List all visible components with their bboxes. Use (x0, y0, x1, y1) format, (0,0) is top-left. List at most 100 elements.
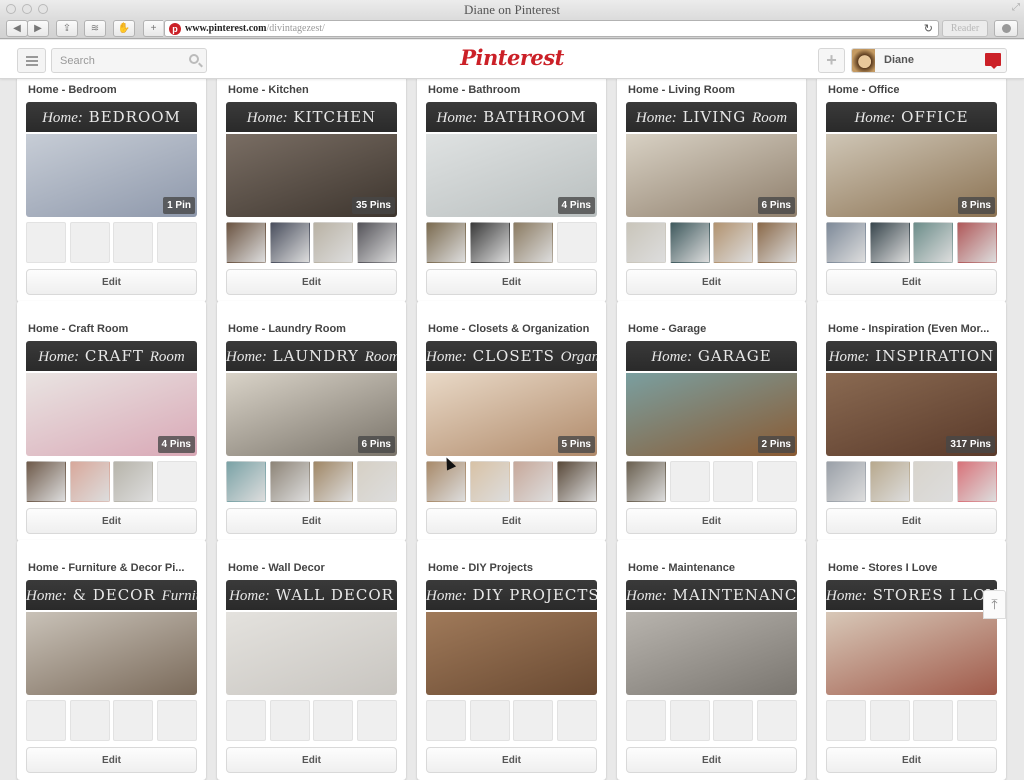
pin-thumbnail[interactable] (69, 461, 110, 502)
edit-board-button[interactable]: Edit (226, 747, 397, 773)
board-title[interactable]: Home - Inspiration (Even Mor... (828, 323, 998, 335)
edit-board-button[interactable]: Edit (626, 508, 797, 534)
pin-thumbnail[interactable] (469, 222, 510, 263)
board-cover[interactable]: Home: BATHROOM 4 Pins (426, 102, 597, 217)
board-card[interactable]: Home - Stores I Love Home: STORES I LOVE… (817, 540, 1006, 780)
board-card[interactable]: Home - Craft Room Home: CRAFT Room 4 Pin… (17, 301, 206, 541)
board-cover[interactable]: Home: DIY PROJECTS (426, 580, 597, 695)
pin-thumbnail[interactable] (226, 461, 266, 502)
board-card[interactable]: Home - Laundry Room Home: LAUNDRY Room 6… (217, 301, 406, 541)
board-card[interactable]: Home - Living Room Home: LIVING Room 6 P… (617, 62, 806, 302)
edit-board-button[interactable]: Edit (626, 269, 797, 295)
pin-thumbnail[interactable] (669, 222, 710, 263)
add-pin-button[interactable]: + (818, 48, 845, 73)
board-cover[interactable]: Home: LAUNDRY Room 6 Pins (226, 341, 397, 456)
board-title[interactable]: Home - Kitchen (228, 84, 398, 96)
edit-board-button[interactable]: Edit (226, 269, 397, 295)
board-cover[interactable]: Home: OFFICE 8 Pins (826, 102, 997, 217)
board-title[interactable]: Home - Craft Room (28, 323, 198, 335)
edit-board-button[interactable]: Edit (26, 747, 197, 773)
pin-thumbnail[interactable] (357, 222, 398, 263)
layers-button[interactable]: ≋ (84, 20, 106, 37)
search-input[interactable] (52, 49, 182, 72)
pin-thumbnail[interactable] (913, 222, 954, 263)
edit-board-button[interactable]: Edit (426, 269, 597, 295)
pin-thumbnail[interactable] (957, 222, 998, 263)
board-title[interactable]: Home - Office (828, 84, 998, 96)
board-cover[interactable]: Home: MAINTENANCE (626, 580, 797, 695)
pin-thumbnail[interactable] (269, 461, 310, 502)
board-cover[interactable]: Home: WALL DECOR (226, 580, 397, 695)
pinterest-logo[interactable]: Pinterest (460, 45, 564, 70)
pin-thumbnail[interactable] (913, 461, 954, 502)
board-cover[interactable]: Home: INSPIRATION 317 Pins (826, 341, 997, 456)
board-title[interactable]: Home - Furniture & Decor Pi... (28, 562, 198, 574)
pin-thumbnail[interactable] (957, 461, 998, 502)
edit-board-button[interactable]: Edit (826, 508, 997, 534)
board-cover[interactable]: Home: & DECOR Furniture (26, 580, 197, 695)
board-card[interactable]: Home - Closets & Organization Home: CLOS… (417, 301, 606, 541)
pin-thumbnail[interactable] (26, 461, 66, 502)
user-menu-button[interactable]: Diane (851, 48, 1007, 73)
board-card[interactable]: Home - Maintenance Home: MAINTENANCE Edi… (617, 540, 806, 780)
notifications-icon[interactable] (985, 53, 1001, 69)
edit-board-button[interactable]: Edit (26, 508, 197, 534)
address-bar[interactable]: p www.pinterest.com/divintagezest/ ↻ (164, 20, 939, 37)
board-cover[interactable]: Home: BEDROOM 1 Pin (26, 102, 197, 217)
board-title[interactable]: Home - Bathroom (428, 84, 598, 96)
forward-button[interactable]: ▶ (27, 20, 49, 37)
board-title[interactable]: Home - Laundry Room (228, 323, 398, 335)
board-cover[interactable]: Home: GARAGE 2 Pins (626, 341, 797, 456)
pin-thumbnail[interactable] (713, 222, 754, 263)
edit-board-button[interactable]: Edit (26, 269, 197, 295)
edit-board-button[interactable]: Edit (426, 747, 597, 773)
board-card[interactable]: Home - Bedroom Home: BEDROOM 1 Pin Edit (17, 62, 206, 302)
board-card[interactable]: Home - DIY Projects Home: DIY PROJECTS E… (417, 540, 606, 780)
board-title[interactable]: Home - Garage (628, 323, 798, 335)
pin-thumbnail[interactable] (557, 461, 598, 502)
board-cover[interactable]: Home: CLOSETS Organization & 5 Pins (426, 341, 597, 456)
board-card[interactable]: Home - Garage Home: GARAGE 2 Pins Edit (617, 301, 806, 541)
board-title[interactable]: Home - Closets & Organization (428, 323, 598, 335)
board-title[interactable]: Home - Living Room (628, 84, 798, 96)
board-title[interactable]: Home - Bedroom (28, 84, 198, 96)
pin-thumbnail[interactable] (226, 222, 266, 263)
board-card[interactable]: Home - Bathroom Home: BATHROOM 4 Pins Ed… (417, 62, 606, 302)
board-cover[interactable]: Home: STORES I LOVE (826, 580, 997, 695)
reload-icon[interactable]: ↻ (924, 22, 933, 35)
fullscreen-icon[interactable]: ⤢ (1012, 2, 1020, 13)
edit-board-button[interactable]: Edit (226, 508, 397, 534)
pin-thumbnail[interactable] (826, 222, 866, 263)
plugin-button[interactable]: ✋ (113, 20, 135, 37)
pin-thumbnail[interactable] (626, 222, 666, 263)
pin-thumbnail[interactable] (313, 222, 354, 263)
board-title[interactable]: Home - Stores I Love (828, 562, 998, 574)
board-card[interactable]: Home - Inspiration (Even Mor... Home: IN… (817, 301, 1006, 541)
board-cover[interactable]: Home: CRAFT Room 4 Pins (26, 341, 197, 456)
pin-thumbnail[interactable] (313, 461, 354, 502)
pin-thumbnail[interactable] (626, 461, 666, 502)
pin-thumbnail[interactable] (826, 461, 866, 502)
board-title[interactable]: Home - Wall Decor (228, 562, 398, 574)
pin-thumbnail[interactable] (513, 461, 554, 502)
pin-thumbnail[interactable] (426, 222, 466, 263)
pin-thumbnail[interactable] (757, 222, 798, 263)
board-title[interactable]: Home - Maintenance (628, 562, 798, 574)
board-card[interactable]: Home - Wall Decor Home: WALL DECOR Edit (217, 540, 406, 780)
edit-board-button[interactable]: Edit (426, 508, 597, 534)
scroll-to-top-button[interactable]: ⤒ (983, 590, 1006, 619)
new-tab-button[interactable]: + (143, 20, 163, 37)
board-cover[interactable]: Home: KITCHEN 35 Pins (226, 102, 397, 217)
pin-thumbnail[interactable] (869, 222, 910, 263)
board-card[interactable]: Home - Furniture & Decor Pi... Home: & D… (17, 540, 206, 780)
reader-button[interactable]: Reader (942, 20, 988, 37)
pin-thumbnail[interactable] (269, 222, 310, 263)
board-card[interactable]: Home - Kitchen Home: KITCHEN 35 Pins Edi… (217, 62, 406, 302)
pin-thumbnail[interactable] (869, 461, 910, 502)
pin-thumbnail[interactable] (469, 461, 510, 502)
board-title[interactable]: Home - DIY Projects (428, 562, 598, 574)
search-icon[interactable] (189, 54, 199, 64)
pin-thumbnail[interactable] (513, 222, 554, 263)
board-cover[interactable]: Home: LIVING Room 6 Pins (626, 102, 797, 217)
edit-board-button[interactable]: Edit (626, 747, 797, 773)
